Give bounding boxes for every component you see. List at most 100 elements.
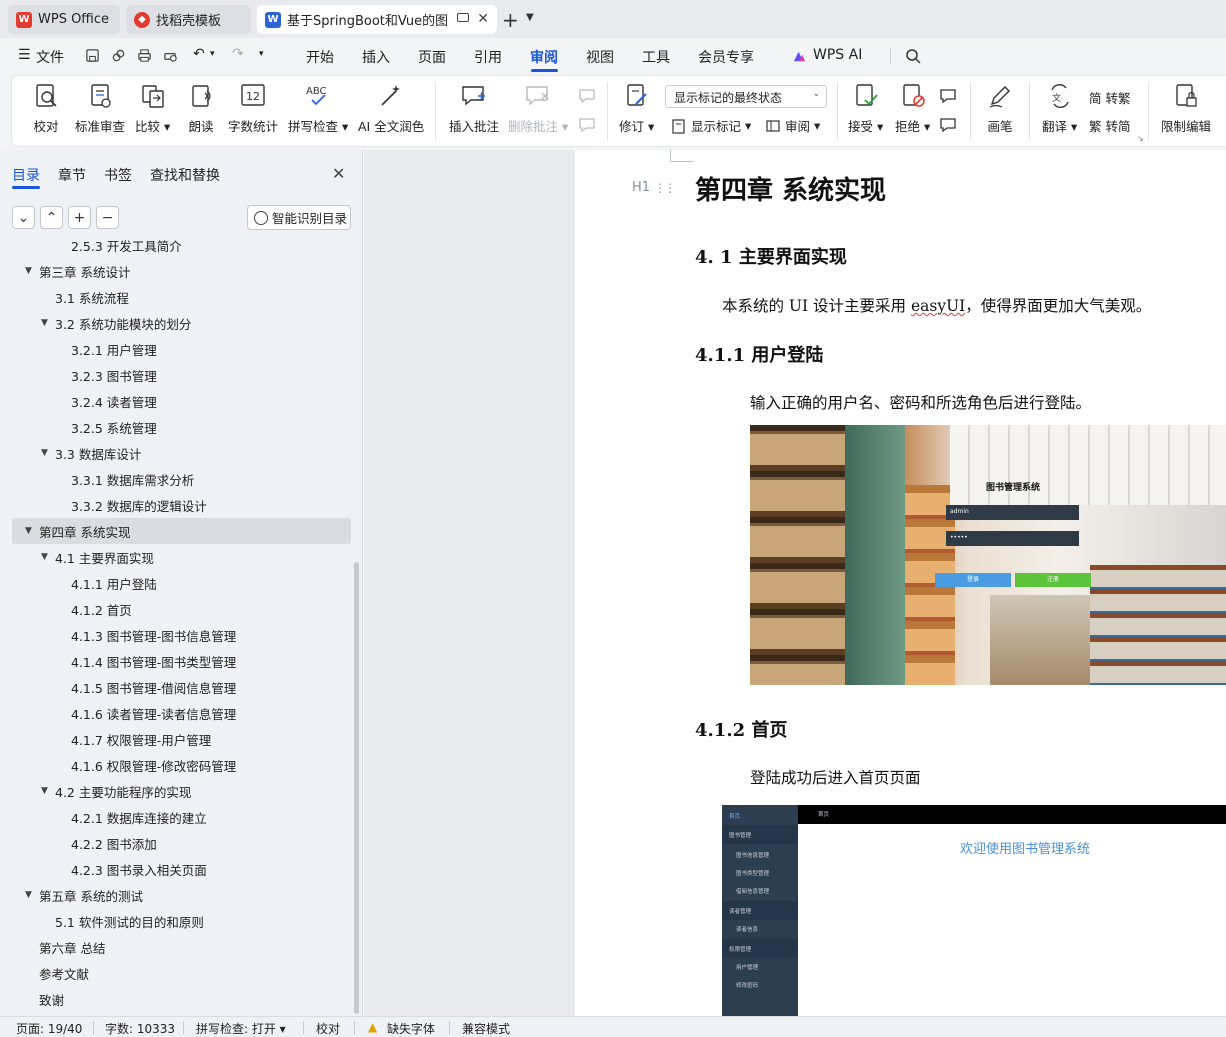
standard-review-button[interactable]: 标准审查 [75,82,125,135]
menu-home[interactable]: 开始 [306,47,334,67]
menu-references[interactable]: 引用 [474,47,502,67]
expand-arrow-icon[interactable]: ▼ [25,266,32,276]
hamburger-icon[interactable]: ☰ [18,47,31,63]
new-tab-icon[interactable]: + [502,8,519,32]
password-field[interactable]: ••••• [946,531,1079,546]
remove-heading-button[interactable]: − [96,206,119,229]
scrollbar[interactable] [354,562,359,1014]
toc-item[interactable]: 3.3.1 数据库需求分析 [0,466,350,492]
menu-review[interactable]: 审阅 [530,47,558,67]
compat-mode-indicator[interactable]: 兼容模式 [462,1020,510,1037]
proof-indicator[interactable]: 校对 [316,1020,340,1037]
username-field[interactable]: admin [946,505,1079,520]
insert-comment-button[interactable]: 插入批注 [449,82,499,135]
toc-item[interactable]: 4.2.2 图书添加 [0,830,350,856]
previous-comment-icon[interactable] [578,88,596,104]
toc-item[interactable]: 4.1.6 权限管理-修改密码管理 [0,752,350,778]
restrict-edit-button[interactable]: 限制编辑 [1161,82,1211,135]
spell-check-button[interactable]: ABC 拼写检查 ▾ [288,82,348,135]
proofread-button[interactable]: 校对 [32,82,60,135]
word-count-button[interactable]: 12 字数统计 [228,82,278,135]
link-icon[interactable] [111,48,126,63]
document-page[interactable]: 第四章 系统实现 4. 1 主要界面实现 本系统的 UI 设计主要采用 easy… [575,150,1226,1016]
toc-item[interactable]: 3.1 系统流程 [0,284,350,310]
chevron-down-icon[interactable]: ▾ [259,49,264,59]
read-aloud-button[interactable]: 朗读 [187,82,215,135]
search-icon[interactable] [905,48,921,64]
missing-font-indicator[interactable]: 缺失字体 [387,1020,435,1037]
expand-arrow-icon[interactable]: ▼ [41,318,48,328]
revise-button[interactable]: 修订 ▾ [619,82,654,135]
tab-chapters[interactable]: 章节 [58,165,86,185]
toc-item[interactable]: 2.5.3 开发工具简介 [0,240,350,258]
print-preview-icon[interactable] [163,48,178,63]
word-count-indicator[interactable]: 字数: 10333 [105,1020,175,1037]
add-heading-button[interactable]: + [68,206,91,229]
toc-item[interactable]: ▼ 3.3 数据库设计 [0,440,350,466]
previous-change-icon[interactable] [939,88,957,104]
toc-item[interactable]: 4.2.1 数据库连接的建立 [0,804,350,830]
subsection-heading[interactable]: 4.1.1 用户登陆 [695,341,823,367]
compare-button[interactable]: 比较 ▾ [135,82,170,135]
ai-polish-button[interactable]: AI 全文润色 [358,82,424,135]
translate-button[interactable]: 文 翻译 ▾ [1042,82,1077,135]
menu-insert[interactable]: 插入 [362,47,390,67]
menu-wps-ai[interactable]: WPS AI [813,47,862,63]
toc-item[interactable]: 3.2.4 读者管理 [0,388,350,414]
next-change-icon[interactable] [939,117,957,133]
tab-toc[interactable]: 目录 [12,165,40,185]
paragraph[interactable]: 登陆成功后进入首页页面 [750,766,921,788]
menu-tools[interactable]: 工具 [642,47,670,67]
review-pane-button[interactable]: 审阅 ▾ [765,116,820,135]
toc-item[interactable]: 参考文献 [0,960,350,986]
toc-item[interactable]: 4.2.3 图书录入相关页面 [0,856,350,882]
close-icon[interactable]: ✕ [332,164,345,183]
print-icon[interactable] [137,48,152,63]
next-comment-icon[interactable] [578,117,596,133]
toc-item[interactable]: 3.2.1 用户管理 [0,336,350,362]
accept-button[interactable]: 接受 ▾ [848,82,883,135]
home-screenshot-image[interactable]: 首页 图书管理 图书信息管理 图书类型管理 借阅信息管理 读者管理 读者信息 权… [722,805,1226,1016]
heading-level-icon[interactable]: H1 [632,180,650,195]
toc-item[interactable]: 4.1.3 图书管理-图书信息管理 [0,622,350,648]
login-screenshot-image[interactable]: 图书管理系统 admin ••••• 登录 注册 [750,425,1226,685]
expand-arrow-icon[interactable]: ▼ [25,526,32,536]
toc-item[interactable]: 4.1.4 图书管理-图书类型管理 [0,648,350,674]
reject-button[interactable]: 拒绝 ▾ [895,82,930,135]
show-markup-button[interactable]: 显示标记 ▾ [671,116,751,135]
register-button[interactable]: 注册 [1015,573,1091,587]
toc-item[interactable]: ▼ 4.1 主要界面实现 [0,544,350,570]
expand-arrow-icon[interactable]: ▼ [25,890,32,900]
tab-template[interactable]: ◆ 找稻壳模板 [126,5,251,34]
toc-item[interactable]: 4.1.1 用户登陆 [0,570,350,596]
toc-item[interactable]: ▼ 第四章 系统实现 [12,518,351,544]
collapse-up-button[interactable]: ⌃ [40,206,63,229]
toc-item[interactable]: 5.1 软件测试的目的和原则 [0,908,350,934]
toc-item[interactable]: 3.2.3 图书管理 [0,362,350,388]
pen-button[interactable]: 画笔 [986,82,1014,135]
page-indicator[interactable]: 页面: 19/40 [16,1020,82,1037]
tab-wps-office[interactable]: W WPS Office [8,5,120,34]
expand-down-button[interactable]: ⌄ [12,206,35,229]
toc-item[interactable]: 第六章 总结 [0,934,350,960]
login-button[interactable]: 登录 [935,573,1011,587]
chevron-down-icon[interactable]: ▾ [210,49,215,59]
to-simplified-button[interactable]: 繁 转简 [1089,116,1131,135]
toc-item[interactable]: 4.1.7 权限管理-用户管理 [0,726,350,752]
menu-member[interactable]: 会员专享 [698,47,754,67]
undo-icon[interactable]: ↶ [193,46,205,62]
smart-toc-button[interactable]: 智能识别目录 [247,205,351,230]
ribbon-expand-icon[interactable]: ↘ [1137,134,1144,143]
section-heading[interactable]: 4. 1 主要界面实现 [695,243,847,269]
toc-item[interactable]: ▼ 第三章 系统设计 [0,258,350,284]
menu-page[interactable]: 页面 [418,47,446,67]
spell-check-indicator[interactable]: 拼写检查: 打开 ▾ [196,1020,286,1037]
tab-bookmarks[interactable]: 书签 [104,165,132,185]
save-icon[interactable] [85,48,100,63]
toc-item[interactable]: 4.1.6 读者管理-读者信息管理 [0,700,350,726]
toc-item[interactable]: ▼ 3.2 系统功能模块的划分 [0,310,350,336]
expand-arrow-icon[interactable]: ▼ [41,552,48,562]
drag-handle-icon[interactable]: ⋮⋮ [654,181,676,195]
view-mode-select[interactable]: 显示标记的最终状态 ⌄ [665,85,827,108]
tab-document[interactable]: W 基于SpringBoot和Vue的图书 ✕ [257,5,497,34]
